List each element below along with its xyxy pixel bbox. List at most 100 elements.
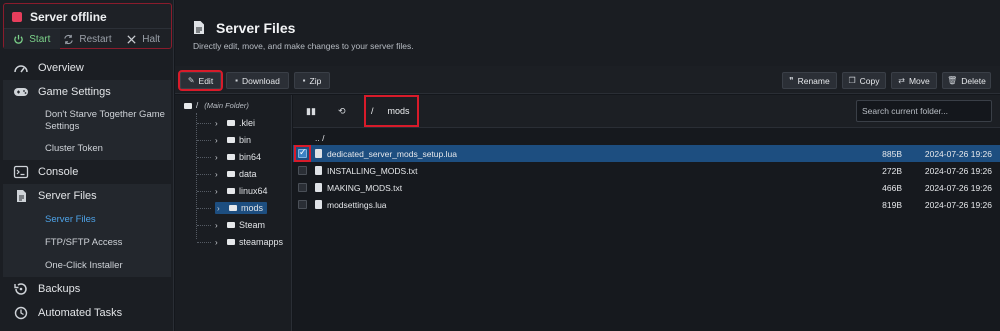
file-row[interactable]: MAKING_MODS.txt 466B 2024-07-26 19:26 xyxy=(293,179,1000,196)
tree-folder[interactable]: › bin64 xyxy=(197,150,261,164)
sidebar-subitem-cluster-token[interactable]: Cluster Token xyxy=(3,138,171,160)
file-name: MAKING_MODS.txt xyxy=(315,183,402,193)
halt-label: Halt xyxy=(142,33,161,45)
tree-folder[interactable]: › Steam xyxy=(197,218,265,232)
chevron-right-icon: › xyxy=(215,135,218,145)
file-panel: ▮▮ ⟲ / mods .. / dedicated_server_mods_s… xyxy=(293,95,1000,331)
start-button[interactable]: Start xyxy=(4,28,60,49)
file-date: 2024-07-26 19:26 xyxy=(924,182,992,193)
folder-icon xyxy=(227,154,235,160)
sidebar: Server offline Start Restart Halt Overvi… xyxy=(0,0,174,331)
tree-branch xyxy=(197,207,211,209)
file-row[interactable]: dedicated_server_mods_setup.lua 885B 202… xyxy=(293,145,1000,162)
refresh-icon[interactable]: ⟲ xyxy=(338,106,346,117)
move-button[interactable]: ⇄ Move xyxy=(891,72,937,89)
chevron-right-icon: › xyxy=(215,152,218,162)
tree-folder[interactable]: › linux64 xyxy=(197,184,268,198)
sidebar-item-console[interactable]: Console xyxy=(3,160,171,184)
tree-folder-label: .klei xyxy=(239,118,256,128)
file-date: 2024-07-26 19:26 xyxy=(924,199,992,210)
rename-button[interactable]: ❞ Rename xyxy=(782,72,837,89)
parent-directory-row[interactable]: .. / xyxy=(293,130,1000,145)
sidebar-item-automated-tasks[interactable]: Automated Tasks xyxy=(3,301,171,325)
file-size: 819B xyxy=(882,199,902,210)
offline-indicator-icon xyxy=(12,12,22,22)
tree-folder[interactable]: › .klei xyxy=(197,116,255,130)
tree-root-label: (Main Folder) xyxy=(204,101,249,110)
breadcrumb-current[interactable]: mods xyxy=(388,106,410,116)
sidebar-subitem-label: Cluster Token xyxy=(45,143,103,154)
edit-icon: ✎ xyxy=(187,76,195,85)
trash-icon: 🗑 xyxy=(947,76,958,85)
app: Server offline Start Restart Halt Overvi… xyxy=(0,0,1000,331)
file-row[interactable]: modsettings.lua 819B 2024-07-26 19:26 xyxy=(293,196,1000,213)
sidebar-subitem-one-click-installer[interactable]: One-Click Installer xyxy=(3,254,171,277)
folder-icon xyxy=(227,188,235,194)
file-date: 2024-07-26 19:26 xyxy=(924,148,992,159)
zip-button[interactable]: ▪ Zip xyxy=(294,72,330,89)
tree-folder[interactable]: › steamapps xyxy=(197,235,283,249)
breadcrumb-root[interactable]: / xyxy=(371,106,374,116)
file-row[interactable]: INSTALLING_MODS.txt 272B 2024-07-26 19:2… xyxy=(293,162,1000,179)
tree-folder[interactable]: › bin xyxy=(197,133,251,147)
path-bar: ▮▮ ⟲ / mods xyxy=(293,95,1000,128)
tree-root-path: / xyxy=(196,101,199,110)
sidebar-item-server-files[interactable]: Server Files xyxy=(3,184,171,208)
document-icon xyxy=(194,21,204,34)
sidebar-subitem-label: One-Click Installer xyxy=(45,259,123,271)
tree-root[interactable]: / (Main Folder) xyxy=(184,101,249,110)
copy-icon: ❐ xyxy=(848,76,856,85)
file-name: dedicated_server_mods_setup.lua xyxy=(315,149,457,159)
file-name: INSTALLING_MODS.txt xyxy=(315,166,418,176)
sidebar-subitem-server-files[interactable]: Server Files xyxy=(3,208,171,231)
toggle-tree-icon[interactable]: ▮▮ xyxy=(306,106,316,117)
row-checkbox[interactable] xyxy=(298,166,307,175)
chevron-right-icon: › xyxy=(215,118,218,128)
move-label: Move xyxy=(908,75,930,86)
rename-icon: ❞ xyxy=(789,76,794,85)
file-icon xyxy=(315,166,322,175)
sidebar-item-backups[interactable]: Backups xyxy=(3,277,171,301)
sidebar-subitem-dst-game-settings[interactable]: Don't Starve Together Game Settings xyxy=(3,104,171,138)
file-date: 2024-07-26 19:26 xyxy=(924,165,992,176)
sidebar-item-game-settings[interactable]: Game Settings xyxy=(3,80,171,104)
folder-icon xyxy=(227,222,235,228)
server-status-panel: Server offline Start Restart Halt xyxy=(3,3,172,49)
edit-button[interactable]: ✎ Edit xyxy=(178,70,223,91)
folder-icon xyxy=(227,239,235,245)
sidebar-item-overview[interactable]: Overview xyxy=(3,56,171,80)
file-name-label: INSTALLING_MODS.txt xyxy=(327,165,418,176)
tree-branch xyxy=(197,156,211,158)
search-input[interactable] xyxy=(856,100,992,122)
restart-label: Restart xyxy=(79,33,112,45)
tree-branch xyxy=(197,173,211,175)
chevron-right-icon: › xyxy=(217,203,220,213)
copy-button[interactable]: ❐ Copy xyxy=(842,72,886,89)
row-checkbox[interactable] xyxy=(298,183,307,192)
halt-button[interactable]: Halt xyxy=(115,28,172,49)
download-button[interactable]: ▪ Download xyxy=(226,72,289,89)
sidebar-subitem-ftp-sftp[interactable]: FTP/SFTP Access xyxy=(3,231,171,254)
server-status: Server offline xyxy=(12,10,107,24)
tree-folder[interactable]: › data xyxy=(197,167,257,181)
file-size: 272B xyxy=(882,165,902,176)
sidebar-item-label: Console xyxy=(38,166,79,178)
sidebar-item-label: Backups xyxy=(38,283,81,295)
speedometer-icon xyxy=(14,65,28,73)
page-subtitle: Directly edit, move, and make changes to… xyxy=(193,41,414,51)
sidebar-item-label: Overview xyxy=(38,62,84,74)
file-icon xyxy=(315,149,322,158)
page-title: Server Files xyxy=(216,20,296,36)
row-checkbox[interactable] xyxy=(298,200,307,209)
server-status-label: Server offline xyxy=(30,10,107,24)
document-icon xyxy=(17,190,26,202)
delete-button[interactable]: 🗑 Delete xyxy=(942,72,991,89)
sidebar-nav: Overview Game Settings Don't Starve Toge… xyxy=(3,56,171,325)
game-settings-group: Game Settings Don't Starve Together Game… xyxy=(3,80,171,160)
tree-folder-selected[interactable]: › mods xyxy=(197,201,268,215)
file-size: 885B xyxy=(882,148,902,159)
tree-folder-label: mods xyxy=(241,203,264,213)
restart-button[interactable]: Restart xyxy=(59,28,116,49)
download-label: Download xyxy=(242,75,280,86)
file-icon xyxy=(315,200,322,209)
